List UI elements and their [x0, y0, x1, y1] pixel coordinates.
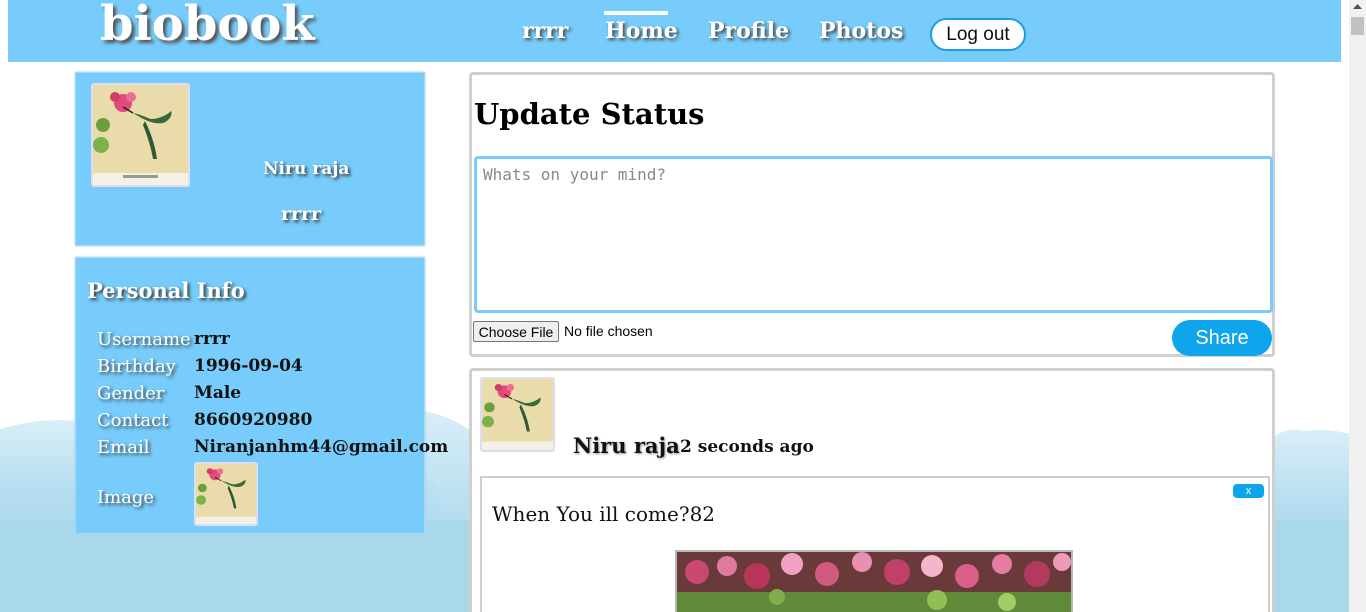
scroll-up-arrow-icon[interactable]: [1349, 0, 1366, 14]
info-value-contact: 8660920980: [194, 410, 313, 430]
nav-home[interactable]: Home: [605, 18, 678, 44]
info-image-thumbnail[interactable]: [194, 462, 258, 526]
hummingbird-image-icon: [93, 85, 188, 185]
site-logo[interactable]: biobook: [100, 0, 315, 52]
profile-card: Niru raja rrrr: [75, 72, 425, 246]
post-text: When You ill come?82: [492, 502, 716, 526]
nav-photos[interactable]: Photos: [819, 18, 903, 44]
post-image[interactable]: [675, 550, 1073, 612]
post-author-avatar[interactable]: [480, 377, 555, 452]
post-card: Niru raja 2 seconds ago x When You ill c…: [469, 368, 1275, 612]
post-timestamp: 2 seconds ago: [680, 437, 814, 457]
profile-username: rrrr: [281, 203, 322, 225]
post-content-box: x When You ill come?82: [480, 476, 1270, 612]
info-label-birthday: Birthday: [97, 356, 176, 377]
update-status-title: Update Status: [474, 97, 705, 131]
info-label-image: Image: [97, 487, 155, 508]
info-value-birthday: 1996-09-04: [194, 356, 303, 376]
hummingbird-image-icon: [196, 464, 256, 524]
hummingbird-image-icon: [482, 379, 553, 450]
info-label-contact: Contact: [97, 410, 169, 431]
status-textarea[interactable]: [474, 156, 1273, 313]
info-label-gender: Gender: [97, 383, 165, 404]
file-status-text: No file chosen: [564, 323, 653, 339]
choose-file-button[interactable]: Choose File: [473, 321, 559, 342]
nav-user[interactable]: rrrr: [522, 18, 568, 44]
nav-profile[interactable]: Profile: [708, 18, 789, 44]
logout-button[interactable]: Log out: [930, 18, 1026, 51]
scroll-thumb[interactable]: [1351, 17, 1364, 35]
nav-active-indicator: [604, 11, 668, 15]
personal-info-card: Personal Info Username rrrr Birthday 199…: [75, 257, 448, 534]
profile-avatar[interactable]: [91, 83, 190, 187]
update-status-panel: Update Status Choose File No file chosen…: [469, 72, 1275, 357]
top-header: biobook rrrr Home Profile Photos Log out: [8, 0, 1341, 62]
personal-info-title: Personal Info: [87, 278, 245, 303]
info-value-gender: Male: [194, 383, 242, 403]
vertical-scrollbar[interactable]: [1349, 0, 1366, 612]
share-button[interactable]: Share: [1172, 320, 1272, 356]
info-value-username: rrrr: [194, 329, 230, 349]
info-label-email: Email: [97, 437, 150, 458]
close-post-button[interactable]: x: [1233, 484, 1264, 498]
info-label-username: Username: [97, 329, 191, 350]
flowers-image-icon: [677, 552, 1071, 612]
info-value-email: Niranjanhm44@gmail.com: [194, 437, 449, 457]
post-author-name[interactable]: Niru raja: [573, 433, 680, 458]
page: biobook rrrr Home Profile Photos Log out: [0, 0, 1349, 612]
profile-display-name: Niru raja: [263, 159, 350, 179]
